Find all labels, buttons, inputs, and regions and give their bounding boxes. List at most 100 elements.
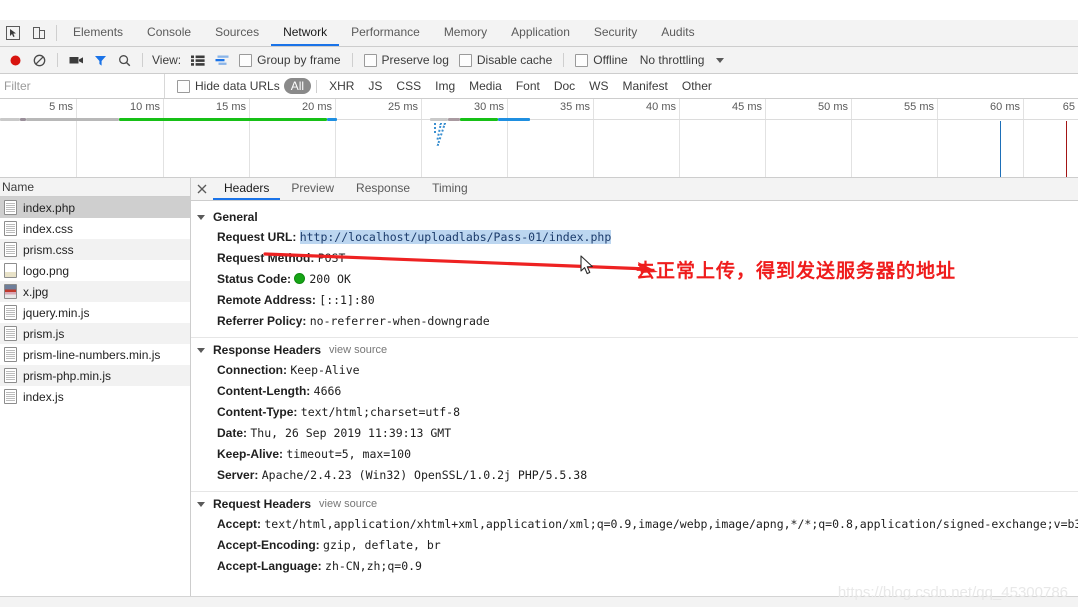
hide-data-urls-box[interactable] [177, 79, 190, 93]
tick-line [937, 99, 938, 177]
group-by-frame-box[interactable] [239, 53, 253, 67]
detail-tab-timing[interactable]: Timing [421, 178, 479, 200]
section-divider [191, 491, 1078, 492]
type-chip-all[interactable]: All [283, 78, 312, 94]
request-row-prism-css[interactable]: prism.css [0, 239, 190, 260]
document-icon [4, 368, 17, 383]
tab-audits[interactable]: Audits [649, 20, 706, 46]
csdn-watermark: https://blog.csdn.net/qq_45300786 [837, 584, 1068, 601]
request-view-source-link[interactable]: view source [319, 498, 377, 510]
tick-line [679, 99, 680, 177]
request-row-index-php[interactable]: index.php [0, 197, 190, 218]
tick-label: 15 ms [216, 101, 246, 113]
request-row-index-js[interactable]: index.js [0, 386, 190, 407]
preserve-log-checkbox[interactable]: Preserve log [363, 53, 449, 67]
clear-no-entry-icon[interactable] [28, 50, 50, 70]
throttling-select[interactable]: No throttling [640, 53, 705, 67]
record-circle-icon[interactable] [4, 50, 26, 70]
type-chip-manifest[interactable]: Manifest [616, 78, 675, 94]
filter-funnel-icon[interactable] [89, 50, 111, 70]
header-key: Keep-Alive: [217, 447, 284, 461]
request-detail-panel: Headers Preview Response Timing General … [191, 178, 1078, 607]
document-icon [4, 326, 17, 341]
timeline-ruler: 5 ms 10 ms 15 ms 20 ms 25 ms 30 ms 35 ms… [0, 99, 1078, 177]
type-chip-font[interactable]: Font [509, 78, 547, 94]
tick-label: 60 ms [990, 101, 1020, 113]
group-by-frame-checkbox[interactable]: Group by frame [239, 53, 341, 67]
document-icon [4, 221, 17, 236]
triangle-down-icon [197, 347, 205, 353]
triangle-down-icon [197, 501, 205, 507]
header-value: 4666 [313, 384, 342, 398]
request-name: jquery.min.js [23, 305, 90, 320]
request-row-prism-line-numbers-min-js[interactable]: prism-line-numbers.min.js [0, 344, 190, 365]
tab-sources[interactable]: Sources [203, 20, 271, 46]
tick-label: 45 ms [732, 101, 762, 113]
tick-line [851, 99, 852, 177]
tab-console[interactable]: Console [135, 20, 203, 46]
type-chip-media[interactable]: Media [462, 78, 509, 94]
tab-application[interactable]: Application [499, 20, 582, 46]
image-icon [4, 263, 17, 278]
detail-tab-response[interactable]: Response [345, 178, 421, 200]
timeline-overview[interactable]: 5 ms 10 ms 15 ms 20 ms 25 ms 30 ms 35 ms… [0, 99, 1078, 178]
tab-security[interactable]: Security [582, 20, 649, 46]
type-chip-img[interactable]: Img [428, 78, 462, 94]
list-view-icon[interactable] [187, 50, 209, 70]
type-chip-doc[interactable]: Doc [547, 78, 582, 94]
filter-input[interactable]: Filter [0, 74, 165, 98]
tick-line [1023, 99, 1024, 177]
request-url-value[interactable]: http://localhost/uploadlabs/Pass-01/inde… [299, 230, 612, 244]
preserve-log-box[interactable] [363, 53, 377, 67]
document-icon [4, 347, 17, 362]
tick-label: 50 ms [818, 101, 848, 113]
response-header-row: Keep-Alive: timeout=5, max=100 [191, 444, 1078, 465]
type-chip-css[interactable]: CSS [389, 78, 428, 94]
request-row-x-jpg[interactable]: x.jpg [0, 281, 190, 302]
tab-performance[interactable]: Performance [339, 20, 432, 46]
header-key: Date: [217, 426, 248, 440]
chevron-down-icon[interactable] [716, 57, 725, 63]
request-row-logo-png[interactable]: logo.png [0, 260, 190, 281]
request-row-prism-js[interactable]: prism.js [0, 323, 190, 344]
header-key: Content-Length: [217, 384, 311, 398]
type-chip-other[interactable]: Other [675, 78, 719, 94]
request-row-prism-php-min-js[interactable]: prism-php.min.js [0, 365, 190, 386]
response-view-source-link[interactable]: view source [329, 344, 387, 356]
waterfall-view-icon[interactable] [211, 50, 233, 70]
tick-label: 55 ms [904, 101, 934, 113]
close-x-icon[interactable] [191, 178, 213, 200]
tick-line [765, 99, 766, 177]
tab-network[interactable]: Network [271, 20, 340, 46]
toolbar-divider-4 [563, 53, 565, 67]
tab-memory[interactable]: Memory [432, 20, 499, 46]
general-section-header[interactable]: General [191, 207, 1078, 227]
search-magnifier-icon[interactable] [113, 50, 135, 70]
detail-tab-preview[interactable]: Preview [280, 178, 345, 200]
type-chip-js[interactable]: JS [361, 78, 389, 94]
inspect-cursor-icon[interactable] [0, 20, 26, 46]
detail-tab-headers[interactable]: Headers [213, 178, 281, 200]
type-chip-ws[interactable]: WS [582, 78, 615, 94]
type-chip-xhr[interactable]: XHR [322, 78, 361, 94]
offline-box[interactable] [575, 53, 589, 67]
request-row-jquery-min-js[interactable]: jquery.min.js [0, 302, 190, 323]
referrer-policy-value: no-referrer-when-downgrade [309, 314, 490, 328]
image-icon [4, 284, 17, 299]
camera-filmstrip-icon[interactable] [65, 50, 87, 70]
disable-cache-box[interactable] [458, 53, 472, 67]
request-headers-section-header[interactable]: Request Headers view source [191, 494, 1078, 514]
network-main: Name index.php index.css prism.css logo.… [0, 178, 1078, 607]
offline-checkbox[interactable]: Offline [575, 53, 628, 67]
name-column-header[interactable]: Name [0, 178, 190, 197]
tab-elements[interactable]: Elements [61, 20, 135, 46]
response-headers-section-header[interactable]: Response Headers view source [191, 340, 1078, 360]
remote-address-row: Remote Address: [::1]:80 [191, 290, 1078, 311]
hide-data-urls-label: Hide data URLs [195, 79, 280, 93]
device-toolbar-icon[interactable] [26, 20, 52, 46]
request-method-value: POST [317, 251, 346, 265]
status-green-dot-icon [294, 273, 306, 284]
hide-data-urls-checkbox[interactable]: Hide data URLs [177, 79, 280, 93]
disable-cache-checkbox[interactable]: Disable cache [458, 53, 552, 67]
request-row-index-css[interactable]: index.css [0, 218, 190, 239]
